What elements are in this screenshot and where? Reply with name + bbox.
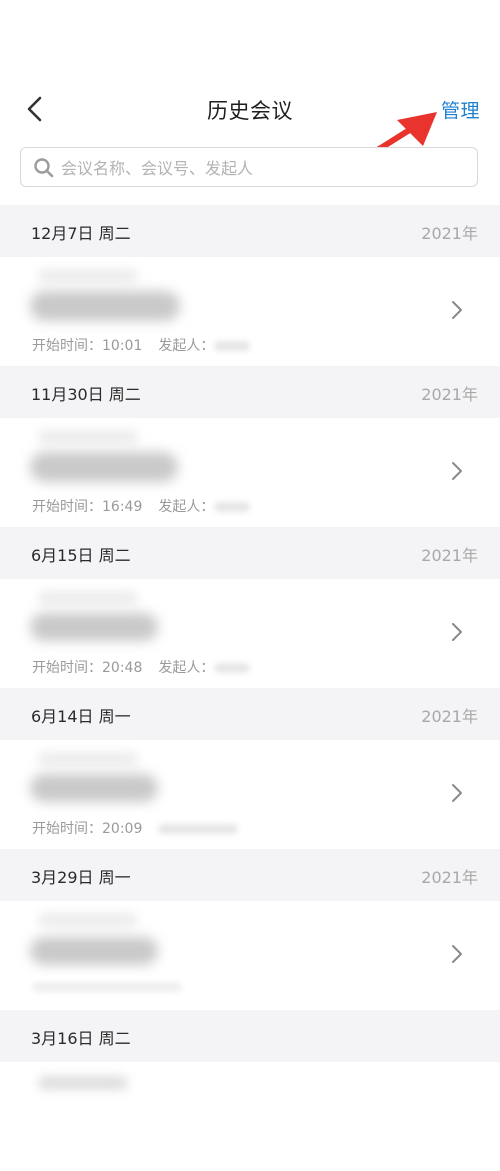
date-section-header: 12月7日 周二 2021年 — [0, 205, 500, 257]
redacted-initiator — [214, 663, 251, 673]
meeting-item[interactable]: 开始时间：20:09 — [0, 740, 500, 849]
chevron-right-icon — [452, 784, 462, 802]
manage-button[interactable]: 管理 — [441, 96, 480, 123]
initiator-label: 发起人： — [158, 499, 215, 515]
redacted-initiator — [158, 824, 239, 834]
section-year: 2021年 — [421, 546, 478, 565]
chevron-right-icon — [452, 623, 462, 641]
start-time: 开始时间：20:48 — [32, 660, 143, 676]
meeting-item[interactable] — [0, 1062, 500, 1171]
meeting-meta: 开始时间：20:09 — [32, 818, 239, 838]
redacted-initiator — [214, 341, 251, 351]
section-date: 6月14日 周一 — [31, 707, 131, 726]
search-input[interactable] — [59, 148, 463, 188]
redacted-text — [38, 752, 138, 766]
nav-bar: 历史会议 管理 — [0, 86, 500, 132]
search-icon — [34, 158, 54, 178]
redacted-meeting-name — [30, 613, 158, 641]
status-bar — [0, 0, 500, 70]
redacted-text — [38, 913, 138, 927]
section-date: 11月30日 周二 — [31, 385, 141, 404]
section-date: 6月15日 周二 — [31, 546, 131, 565]
section-year: 2021年 — [421, 385, 478, 404]
section-year: 2021年 — [421, 707, 478, 726]
date-section-header: 3月16日 周二 — [0, 1010, 500, 1062]
initiator-label: 发起人： — [158, 660, 215, 676]
start-time: 开始时间：16:49 — [32, 499, 143, 515]
chevron-right-icon — [452, 945, 462, 963]
redacted-text — [38, 430, 138, 444]
redacted-meeting-name — [30, 774, 158, 802]
meeting-history-list: 12月7日 周二 2021年 开始时间：10:01 发起人： 11月30日 周二 … — [0, 205, 500, 1171]
search-field[interactable] — [20, 147, 478, 188]
meeting-item[interactable]: 开始时间：20:48 发起人： — [0, 579, 500, 688]
meeting-meta — [32, 979, 182, 995]
meeting-meta: 开始时间：16:49 发起人： — [32, 496, 251, 516]
section-date: 3月29日 周一 — [31, 868, 131, 887]
redacted-meeting-name — [30, 937, 158, 965]
section-date: 12月7日 周二 — [31, 224, 131, 243]
meeting-meta: 开始时间：10:01 发起人： — [32, 335, 251, 355]
meeting-item[interactable]: 开始时间：10:01 发起人： — [0, 257, 500, 366]
chevron-right-icon — [452, 462, 462, 480]
redacted-text — [38, 1076, 128, 1090]
meeting-item[interactable] — [0, 901, 500, 1010]
start-time: 开始时间：20:09 — [32, 821, 143, 837]
section-date: 3月16日 周二 — [31, 1029, 131, 1048]
start-time: 开始时间：10:01 — [32, 338, 143, 354]
redacted-initiator — [214, 502, 251, 512]
redacted-meeting-name — [30, 291, 180, 321]
redacted-text — [38, 269, 138, 283]
section-year: 2021年 — [421, 868, 478, 887]
redacted-meeting-name — [30, 452, 178, 482]
meeting-meta: 开始时间：20:48 发起人： — [32, 657, 251, 677]
date-section-header: 11月30日 周二 2021年 — [0, 366, 500, 418]
redacted-text — [38, 591, 138, 605]
initiator-label: 发起人： — [158, 338, 215, 354]
redacted-meta — [32, 982, 182, 992]
section-year: 2021年 — [421, 224, 478, 243]
meeting-item[interactable]: 开始时间：16:49 发起人： — [0, 418, 500, 527]
date-section-header: 6月14日 周一 2021年 — [0, 688, 500, 740]
date-section-header: 3月29日 周一 2021年 — [0, 849, 500, 901]
chevron-right-icon — [452, 301, 462, 319]
page-title: 历史会议 — [207, 99, 293, 123]
date-section-header: 6月15日 周二 2021年 — [0, 527, 500, 579]
